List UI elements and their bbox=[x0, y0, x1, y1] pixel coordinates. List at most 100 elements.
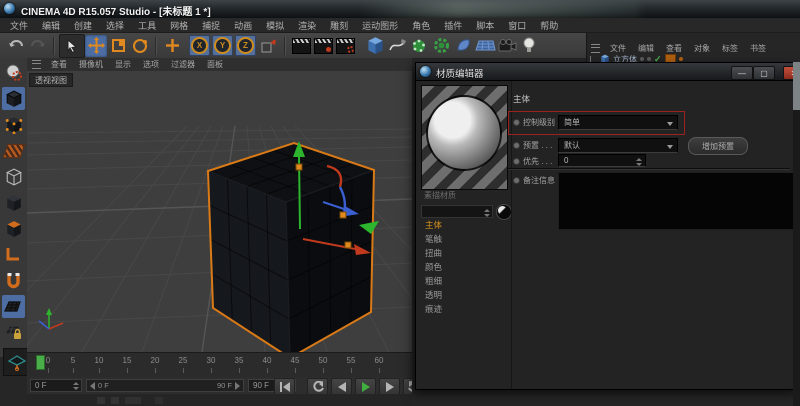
add-camera-button[interactable] bbox=[496, 35, 518, 57]
om-menu-file[interactable]: 文件 bbox=[604, 43, 632, 54]
polygon-face-mode-button[interactable] bbox=[2, 217, 25, 240]
tag-dot-icon[interactable] bbox=[679, 57, 683, 61]
points-mode-button[interactable] bbox=[2, 113, 25, 136]
material-editor-window[interactable]: 材质编辑器 — ▢ ✕ 素描材质 主体 笔触 扭曲 颜色 粗细 透明 痕迹 主体… bbox=[415, 62, 800, 390]
om-menu-edit[interactable]: 编辑 bbox=[632, 43, 660, 54]
vp-menu-display[interactable]: 显示 bbox=[109, 59, 137, 70]
om-menu-view[interactable]: 查看 bbox=[660, 43, 688, 54]
channel-distortion[interactable]: 扭曲 bbox=[425, 247, 505, 259]
model-mode-button[interactable] bbox=[2, 87, 25, 110]
goto-previous-key-button[interactable] bbox=[307, 378, 328, 394]
menu-edit[interactable]: 编辑 bbox=[35, 19, 67, 32]
menu-plugins[interactable]: 插件 bbox=[437, 19, 469, 32]
axis-z-lock[interactable]: Z bbox=[235, 35, 256, 56]
channel-strokes[interactable]: 笔触 bbox=[425, 233, 505, 245]
animation-dot[interactable] bbox=[513, 177, 520, 184]
minimize-button[interactable]: — bbox=[731, 66, 753, 80]
menu-snap[interactable]: 捕捉 bbox=[195, 19, 227, 32]
add-floor-button[interactable] bbox=[474, 35, 496, 57]
vp-menu-panel[interactable]: 面板 bbox=[201, 59, 229, 70]
last-used-tool[interactable] bbox=[161, 35, 183, 57]
menu-simulate[interactable]: 模拟 bbox=[259, 19, 291, 32]
timeline-ruler[interactable]: 0 5 10 15 20 25 30 35 40 45 50 55 60 bbox=[27, 352, 412, 377]
channel-main[interactable]: 主体 bbox=[425, 219, 505, 231]
channel-clip[interactable]: 痕迹 bbox=[425, 303, 505, 315]
enable-snap-button[interactable] bbox=[2, 269, 25, 292]
range-left-arrow-icon[interactable] bbox=[90, 382, 95, 390]
om-menu-bookmarks[interactable]: 书签 bbox=[744, 43, 772, 54]
viewport-panel-menu-icon[interactable] bbox=[32, 60, 41, 69]
channel-search-input[interactable] bbox=[421, 205, 493, 218]
viewport-canvas[interactable] bbox=[27, 71, 412, 352]
priority-spinner[interactable] bbox=[636, 158, 642, 166]
rotate-tool[interactable] bbox=[129, 35, 151, 57]
animation-dot[interactable] bbox=[513, 158, 520, 165]
add-cube-button[interactable] bbox=[364, 35, 386, 57]
window-titlebar[interactable]: CINEMA 4D R15.057 Studio - [未标题 1 *] bbox=[0, 0, 800, 18]
menu-animate[interactable]: 动画 bbox=[227, 19, 259, 32]
goto-start-button[interactable] bbox=[274, 378, 295, 394]
texture-mode-button[interactable] bbox=[2, 139, 25, 162]
menu-sculpt[interactable]: 雕刻 bbox=[323, 19, 355, 32]
frame-spinner[interactable] bbox=[73, 382, 79, 390]
render-settings-button[interactable] bbox=[334, 35, 356, 57]
play-button[interactable] bbox=[355, 378, 376, 394]
coordinate-system-toggle[interactable] bbox=[258, 35, 280, 57]
priority-field[interactable]: 0 bbox=[558, 154, 646, 167]
menu-create[interactable]: 创建 bbox=[67, 19, 99, 32]
add-deformer-button[interactable] bbox=[430, 35, 452, 57]
menu-help[interactable]: 帮助 bbox=[533, 19, 565, 32]
menu-tools[interactable]: 工具 bbox=[131, 19, 163, 32]
redo-button[interactable] bbox=[27, 35, 49, 57]
goto-next-key-button[interactable] bbox=[403, 378, 412, 394]
view-label[interactable]: 透视视图 bbox=[29, 73, 73, 87]
add-preset-button[interactable]: 增加预置 bbox=[688, 137, 748, 155]
range-right-arrow-icon[interactable] bbox=[235, 382, 240, 390]
menu-mograph[interactable]: 运动图形 bbox=[355, 19, 405, 32]
add-generator-button[interactable] bbox=[408, 35, 430, 57]
vp-menu-cameras[interactable]: 摄像机 bbox=[73, 59, 109, 70]
axis-mode-button[interactable] bbox=[2, 243, 25, 266]
preview-range-slider[interactable]: 0 F 90 F bbox=[86, 379, 244, 392]
search-spinner[interactable] bbox=[484, 209, 490, 217]
animation-dot[interactable] bbox=[513, 119, 520, 126]
render-picture-viewer-button[interactable] bbox=[312, 35, 334, 57]
menu-select[interactable]: 选择 bbox=[99, 19, 131, 32]
visibility-dot-editor[interactable] bbox=[640, 57, 644, 61]
material-editor-titlebar[interactable]: 材质编辑器 — ▢ ✕ bbox=[416, 63, 799, 81]
edges-mode-button[interactable] bbox=[2, 165, 25, 188]
om-panel-menu-icon[interactable] bbox=[591, 44, 600, 53]
previous-frame-button[interactable] bbox=[331, 378, 352, 394]
channel-opacity[interactable]: 透明 bbox=[425, 289, 505, 301]
vp-menu-view[interactable]: 查看 bbox=[45, 59, 73, 70]
move-tool[interactable] bbox=[85, 35, 107, 57]
draw-spline-button[interactable] bbox=[386, 35, 408, 57]
live-selection-tool[interactable] bbox=[59, 34, 85, 58]
menu-file[interactable]: 文件 bbox=[3, 19, 35, 32]
menu-script[interactable]: 脚本 bbox=[469, 19, 501, 32]
channel-color[interactable]: 颜色 bbox=[425, 261, 505, 273]
add-light-button[interactable] bbox=[518, 35, 540, 57]
animation-dot[interactable] bbox=[513, 142, 520, 149]
make-editable-button[interactable] bbox=[2, 61, 25, 84]
menu-character[interactable]: 角色 bbox=[405, 19, 437, 32]
om-menu-tags[interactable]: 标签 bbox=[716, 43, 744, 54]
scale-tool[interactable] bbox=[107, 35, 129, 57]
next-frame-button[interactable] bbox=[379, 378, 400, 394]
menu-mesh[interactable]: 网格 bbox=[163, 19, 195, 32]
menu-render[interactable]: 渲染 bbox=[291, 19, 323, 32]
workplane-mode-button[interactable] bbox=[2, 295, 25, 318]
lock-workplane-button[interactable] bbox=[2, 321, 25, 344]
vp-menu-options[interactable]: 选项 bbox=[137, 59, 165, 70]
vp-menu-filter[interactable]: 过滤器 bbox=[165, 59, 201, 70]
channel-thickness[interactable]: 粗细 bbox=[425, 275, 505, 287]
render-view-button[interactable] bbox=[290, 35, 312, 57]
axis-x-lock[interactable]: X bbox=[189, 35, 210, 56]
current-frame-field[interactable]: 0 F bbox=[30, 379, 82, 392]
menu-window[interactable]: 窗口 bbox=[501, 19, 533, 32]
axis-y-lock[interactable]: Y bbox=[212, 35, 233, 56]
preview-type-button[interactable] bbox=[496, 204, 512, 220]
add-environment-button[interactable] bbox=[452, 35, 474, 57]
om-menu-objects[interactable]: 对象 bbox=[688, 43, 716, 54]
preset-dropdown[interactable]: 默认 bbox=[558, 138, 678, 153]
